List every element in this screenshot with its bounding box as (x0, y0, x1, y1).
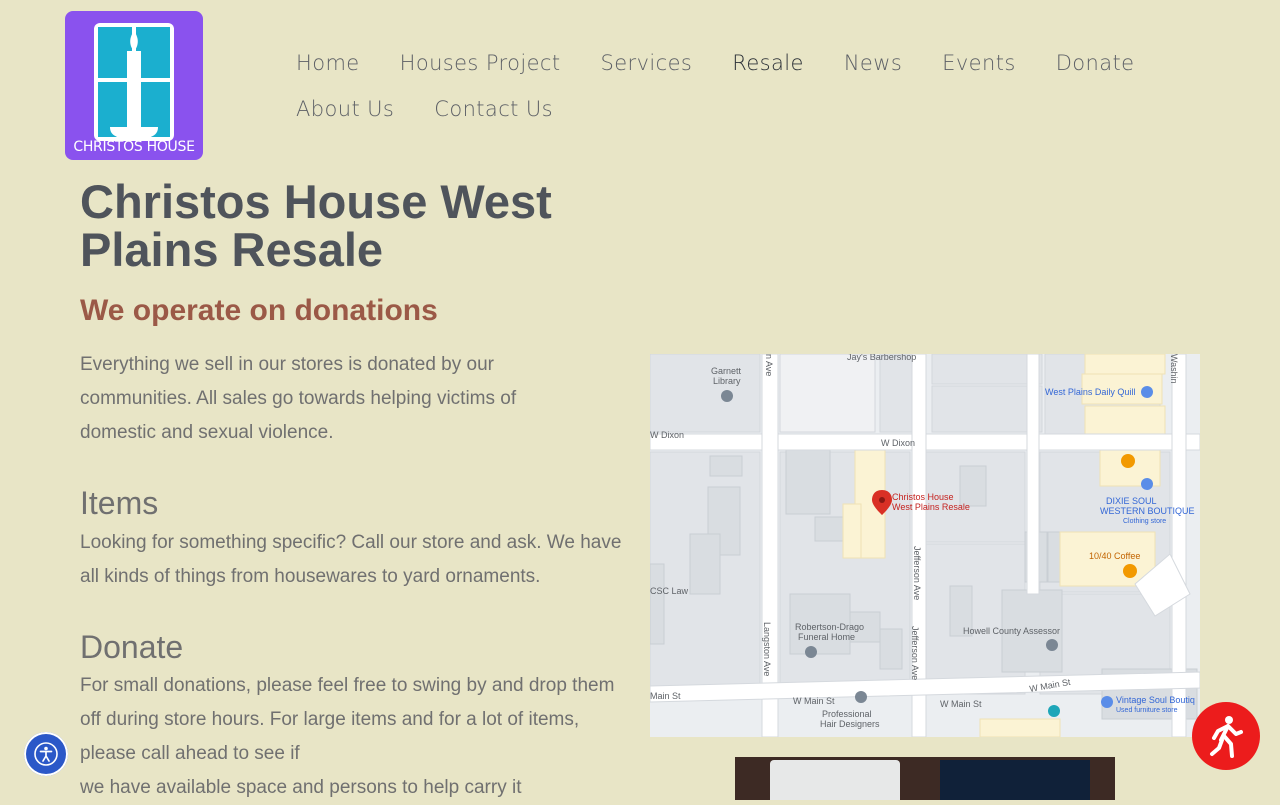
map-label-w-dixon: W Dixon (881, 438, 915, 448)
donate-paragraph: For small donations, please feel free to… (80, 675, 615, 764)
window-candle-icon (94, 23, 174, 141)
map-label-vintage-1: Vintage Soul Boutiq (1116, 695, 1195, 705)
map-label-vintage-2: Used furniture store (1116, 707, 1178, 714)
nav-donate[interactable]: Donate (1056, 51, 1135, 75)
map-label-funeral-1: Robertson-Drago (795, 622, 864, 632)
nav-home[interactable]: Home (296, 51, 360, 75)
map-label-ave-top: n Ave (764, 354, 774, 376)
map-label-funeral-2: Funeral Home (798, 632, 855, 642)
map-label-hair-2: Hair Designers (820, 719, 880, 729)
map-label-main-st-left: Main St (650, 691, 681, 701)
location-map[interactable]: Jay's Barbershop Garnett Library W Dixon… (650, 354, 1200, 737)
map-label-hair-1: Professional (822, 709, 872, 719)
map-label-pin-1: Christos House (892, 492, 954, 502)
map-canvas: Jay's Barbershop Garnett Library W Dixon… (650, 354, 1200, 737)
accessibility-button[interactable] (24, 732, 68, 776)
map-label-w-main-2: W Main St (940, 699, 982, 709)
map-label-library-2: Library (713, 376, 741, 386)
map-label-barbershop: Jay's Barbershop (847, 354, 916, 362)
walking-person-icon (1210, 716, 1243, 758)
nav-row-2: About Us Contact Us (296, 86, 1196, 132)
page-title: Christos House West Plains Resale (80, 175, 552, 276)
main-navigation: Home Houses Project Services Resale News… (296, 40, 1196, 132)
map-label-w-dixon-left: W Dixon (650, 430, 684, 440)
nav-services[interactable]: Services (601, 51, 693, 75)
map-label-dixie-1: DIXIE SOUL (1106, 496, 1157, 506)
map-label-pin-2: West Plains Resale (892, 502, 970, 512)
nav-news[interactable]: News (844, 51, 902, 75)
map-label-daily-quill: West Plains Daily Quill (1045, 387, 1135, 397)
intro-paragraph: Everything we sell in our stores is dona… (80, 354, 517, 443)
map-label-w-main-1: W Main St (793, 696, 835, 706)
map-label-washington: Washin (1169, 354, 1179, 384)
nav-about-us[interactable]: About Us (296, 97, 394, 121)
map-label-langston: Langston Ave (762, 622, 772, 676)
accessibility-icon (34, 742, 58, 766)
items-heading: Items (80, 485, 159, 521)
nav-contact-us[interactable]: Contact Us (434, 97, 553, 121)
nav-resale[interactable]: Resale (732, 51, 804, 75)
items-paragraph: Looking for something specific? Call our… (80, 532, 622, 587)
donate-heading: Donate (80, 629, 184, 665)
site-logo[interactable]: CHRISTOS HOUSE (65, 11, 203, 160)
tagline: We operate on donations (80, 294, 438, 327)
help-widget-button[interactable] (1192, 702, 1260, 770)
map-label-jefferson-1: Jefferson Ave (912, 546, 922, 600)
map-label-dixie-3: Clothing store (1123, 518, 1166, 525)
map-label-jefferson-2: Jefferson Ave (910, 626, 920, 680)
nav-houses-project[interactable]: Houses Project (400, 51, 561, 75)
nav-row-1: Home Houses Project Services Resale News… (296, 40, 1196, 86)
map-label-coffee: 10/40 Coffee (1089, 551, 1140, 561)
store-photo (735, 757, 1115, 800)
nav-events[interactable]: Events (942, 51, 1016, 75)
map-label-dixie-2: WESTERN BOUTIQUE (1100, 506, 1195, 516)
map-label-assessor: Howell County Assessor (963, 626, 1060, 636)
map-label-csc-law: CSC Law (650, 586, 689, 596)
map-label-library-1: Garnett (711, 366, 742, 376)
logo-text: CHRISTOS HOUSE (73, 139, 195, 155)
